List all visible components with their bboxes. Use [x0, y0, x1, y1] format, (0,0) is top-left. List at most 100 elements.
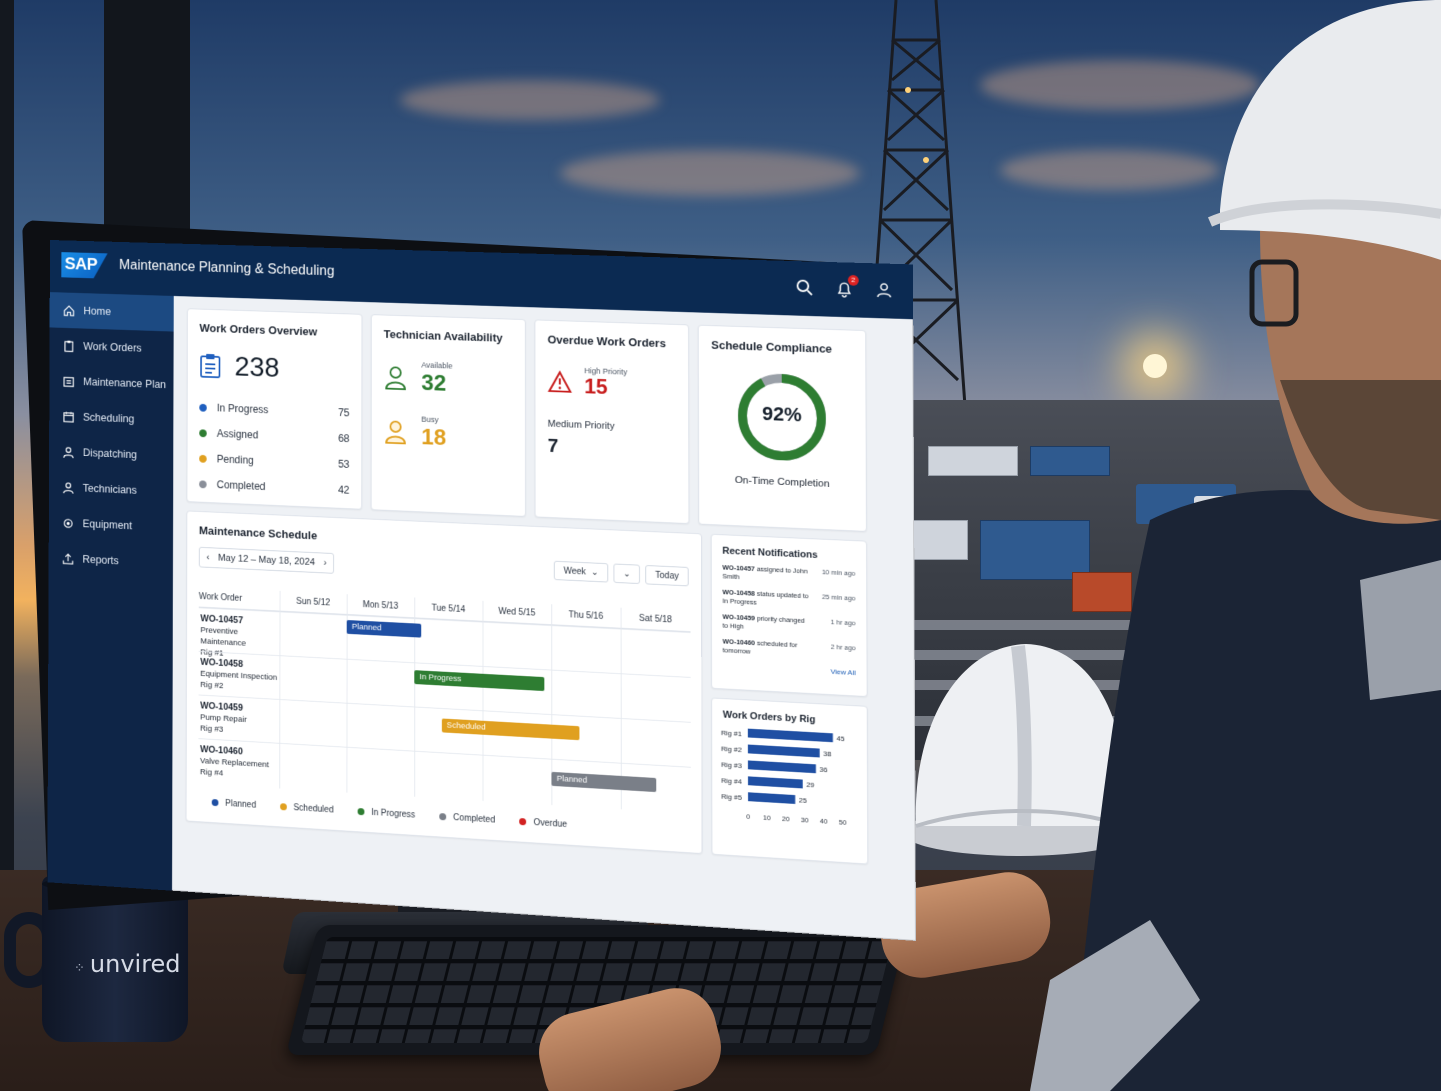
legend-item: Scheduled — [279, 802, 334, 815]
chevron-down-icon: ⌄ — [591, 567, 599, 578]
mug-brand: unvired — [89, 950, 181, 978]
user-profile-icon[interactable] — [875, 281, 893, 299]
sidebar-item-home[interactable]: Home — [49, 292, 174, 332]
tick-label: 20 — [782, 816, 790, 824]
busy-count: 18 — [421, 423, 447, 451]
work-order-desc: Preventive Maintenance — [200, 625, 247, 649]
legend-item: Overdue — [519, 817, 567, 830]
home-icon — [63, 304, 75, 316]
status-row-completed[interactable]: Completed 42 — [199, 471, 349, 503]
high-priority-count: 15 — [584, 374, 608, 400]
data-label: 29 — [806, 782, 814, 790]
warning-triangle-icon — [548, 370, 572, 393]
tick-label: 0 — [746, 813, 750, 821]
sidebar-item-reports[interactable]: Reports — [49, 540, 173, 582]
clipboard-icon — [64, 339, 74, 351]
work-order-id: WO-10457 — [200, 613, 244, 626]
view-select[interactable]: Week ⌄ — [553, 560, 609, 583]
notification-item[interactable]: WO-10458 status updated to In Progress 25… — [722, 588, 855, 612]
sidebar-item-dispatching[interactable]: Dispatching — [49, 434, 173, 475]
expand-button[interactable]: ⌄ — [613, 563, 641, 585]
card-title: Schedule Compliance — [711, 338, 833, 356]
bar[interactable] — [747, 760, 816, 774]
notification-badge: 2 — [847, 274, 859, 286]
sap-logo[interactable]: SAP — [61, 252, 107, 279]
today-button[interactable]: Today — [645, 565, 689, 587]
maintenance-schedule-card: Maintenance Schedule ‹ May 12 – May 18, … — [185, 510, 703, 855]
chevron-down-icon: ⌄ — [623, 568, 631, 579]
work-orders-overview-card[interactable]: Work Orders Overview 238 In Progress 75 A… — [186, 308, 363, 510]
sidebar-item-label: Work Orders — [83, 340, 142, 355]
sidebar-item-equipment[interactable]: Equipment — [49, 504, 173, 545]
calendar-list-icon — [63, 375, 75, 388]
category-label: Rig #3 — [721, 762, 742, 771]
gear-cube-icon — [62, 516, 74, 529]
status-dot — [199, 403, 207, 412]
sidebar-item-label: Maintenance Plan — [83, 375, 167, 391]
notification-item[interactable]: WO-10457 assigned to John Smith 10 min ag… — [722, 563, 855, 587]
category-label: Rig #4 — [721, 777, 742, 786]
bar[interactable] — [747, 744, 820, 758]
legend-item: Planned — [211, 798, 256, 810]
view-all-link[interactable]: View All — [723, 662, 855, 677]
search-icon[interactable] — [796, 279, 814, 297]
overdue-work-orders-card[interactable]: Overdue Work Orders High Priority 15 Med… — [534, 319, 690, 525]
date-range-label: May 12 – May 18, 2024 — [217, 552, 315, 568]
data-label: 36 — [820, 766, 828, 774]
compliance-gauge: 92% — [733, 368, 830, 467]
tick-label: 30 — [801, 817, 809, 825]
sidebar-item-maintenance-plan[interactable]: Maintenance Plan — [49, 363, 173, 403]
sidebar-item-label: Dispatching — [82, 446, 137, 461]
status-label: Completed — [216, 478, 266, 493]
status-count: 42 — [338, 483, 350, 497]
unvired-logo-icon: ⁘ — [74, 961, 86, 976]
sidebar-item-label: Technicians — [82, 482, 137, 497]
status-dot — [199, 479, 207, 488]
data-label: 25 — [799, 797, 807, 805]
notification-item[interactable]: WO-10460 scheduled for tomorrow 2 hr ago — [723, 637, 856, 661]
sidebar-item-label: Scheduling — [82, 411, 135, 426]
status-dot — [199, 454, 207, 463]
medium-priority-label: Medium Priority — [547, 418, 615, 432]
status-count: 68 — [338, 432, 350, 445]
window-frame — [0, 0, 14, 880]
technician-availability-card[interactable]: Technician Availability Available 32 Bus… — [370, 314, 526, 517]
sidebar-item-work-orders[interactable]: Work Orders — [49, 327, 173, 367]
legend-item: Completed — [439, 812, 495, 825]
chevron-right-icon[interactable]: › — [323, 558, 326, 568]
chevron-left-icon[interactable]: ‹ — [206, 552, 209, 562]
status-count: 53 — [338, 457, 350, 471]
status-label: Assigned — [216, 427, 259, 442]
category-label: Rig #5 — [721, 793, 742, 802]
status-count: 75 — [338, 406, 350, 419]
card-title: Recent Notifications — [722, 545, 818, 561]
category-label: Rig #2 — [721, 746, 742, 755]
notification-item[interactable]: WO-10459 priority changed to High 1 hr ag… — [723, 613, 856, 637]
notification-bell-icon[interactable]: 2 — [835, 274, 859, 298]
card-title: Work Orders Overview — [199, 321, 318, 339]
bar[interactable] — [747, 776, 803, 789]
person-available-icon — [384, 364, 408, 391]
tick-label: 50 — [839, 819, 847, 827]
rig-bar-chart: Rig #1 45 Rig #2 38 Rig #3 36 Rig #4 29 Rig #5 25… — [721, 728, 847, 827]
work-order-desc: Pump Repair — [200, 712, 247, 725]
bar[interactable] — [747, 728, 833, 743]
card-title: Technician Availability — [383, 327, 503, 345]
sidebar: Home Work Orders Maintenance Plan Schedu… — [47, 292, 174, 891]
sidebar-item-scheduling[interactable]: Scheduling — [49, 398, 173, 438]
sap-app-screen: SAP Maintenance Planning & Scheduling 2 … — [47, 240, 917, 941]
category-label: Rig #1 — [721, 730, 742, 739]
dashboard: Work Orders Overview 238 In Progress 75 A… — [172, 296, 916, 941]
bar[interactable] — [748, 792, 796, 804]
person-icon — [62, 481, 74, 494]
legend-item: In Progress — [357, 807, 415, 820]
work-orders-total: 238 — [234, 350, 280, 383]
date-range-picker[interactable]: ‹ May 12 – May 18, 2024 › — [198, 546, 335, 574]
schedule-compliance-card[interactable]: Schedule Compliance 92% On-Time Completi… — [697, 324, 867, 532]
sidebar-item-technicians[interactable]: Technicians — [49, 469, 173, 510]
compliance-caption: On-Time Completion — [734, 475, 830, 490]
compliance-percent: 92% — [762, 402, 802, 426]
data-label: 38 — [823, 751, 831, 759]
schedule-grid: Work Order Sun 5/12 Mon 5/13 Tue 5/14 We… — [198, 586, 691, 814]
sidebar-item-label: Equipment — [82, 517, 133, 532]
